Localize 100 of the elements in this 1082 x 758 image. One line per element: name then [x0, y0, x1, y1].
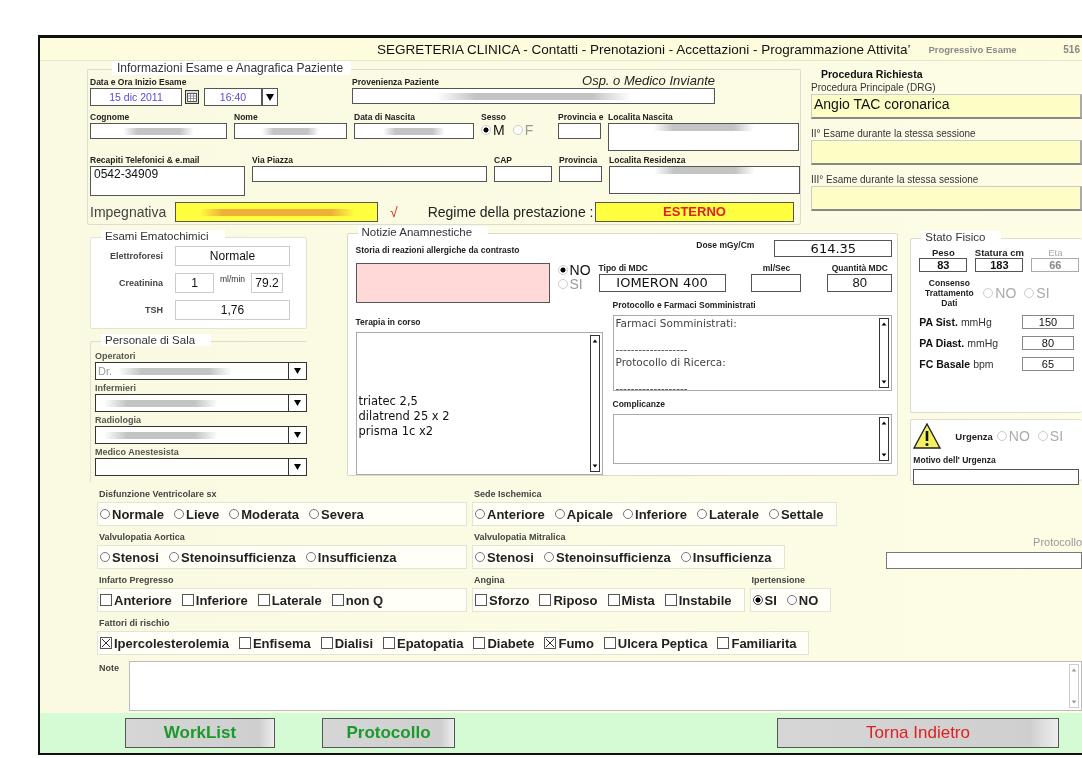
- text-field[interactable]: 150: [1022, 315, 1074, 329]
- radio-option[interactable]: Stenosi: [100, 549, 159, 565]
- checkbox-option[interactable]: Mista: [607, 592, 655, 608]
- radio-option[interactable]: Lieve: [174, 506, 220, 522]
- checkbox-option[interactable]: non Q: [331, 592, 384, 608]
- text-field[interactable]: 80: [827, 274, 893, 292]
- group-label: Infarto Pregresso: [99, 574, 175, 586]
- text-field[interactable]: 83: [919, 258, 968, 272]
- text-field[interactable]: Angio TAC coronarica: [811, 94, 1082, 119]
- text-field[interactable]: 1,76: [175, 300, 290, 320]
- radio-option[interactable]: NO: [557, 263, 591, 277]
- field-label: PA Sist.: [919, 316, 958, 328]
- field-label: Data di Nascita: [354, 112, 416, 123]
- section-title: Stato Fisico: [921, 231, 1002, 243]
- text-field[interactable]: [252, 166, 487, 182]
- dropdown[interactable]: [95, 426, 307, 444]
- radio-option[interactable]: Severa: [309, 506, 364, 522]
- section-title: Esami Ematochimici: [101, 230, 225, 242]
- field-label: Localita Residenza: [609, 155, 687, 166]
- radio-option[interactable]: Stenoinsufficienza: [543, 549, 671, 565]
- radio-option[interactable]: Anteriore: [475, 506, 545, 522]
- text-field[interactable]: [751, 274, 802, 292]
- dropdown-button[interactable]: [262, 88, 278, 106]
- text-field[interactable]: [608, 123, 799, 151]
- radio-option[interactable]: Laterale: [697, 506, 759, 522]
- checkbox-option[interactable]: Epatopatia: [383, 635, 464, 651]
- radio-option[interactable]: Insufficienza: [680, 549, 772, 565]
- checkbox-option[interactable]: Inferiore: [181, 592, 248, 608]
- field-label: Note: [99, 662, 120, 675]
- scroll-bar[interactable]: [589, 335, 600, 472]
- dropdown[interactable]: [95, 458, 307, 476]
- radio-option[interactable]: Moderata: [229, 506, 300, 522]
- text-field[interactable]: [494, 166, 552, 182]
- text-field[interactable]: [886, 552, 1082, 569]
- radio-option[interactable]: Insufficienza: [305, 549, 397, 565]
- section-title: Procedura Richiesta: [821, 68, 924, 81]
- text-field[interactable]: 65: [1022, 357, 1074, 371]
- checkbox-option[interactable]: Sforzo: [475, 592, 530, 608]
- field-label: Protocollo e Farmaci Somministrati: [612, 300, 757, 311]
- radio-option[interactable]: NO: [786, 592, 819, 608]
- field-label: CAP: [494, 155, 513, 166]
- checkbox-option[interactable]: Diabete: [473, 635, 535, 651]
- field-label: Cognome: [90, 112, 131, 123]
- checkbox-option[interactable]: Instabile: [664, 592, 732, 608]
- field-label: Localita Nascita: [608, 112, 674, 123]
- field-label: Consenso Trattamento Dati: [924, 278, 975, 308]
- checkbox-option[interactable]: Ulcera Peptica: [603, 635, 708, 651]
- text-field[interactable]: ESTERNO: [595, 202, 794, 222]
- checkbox-option[interactable]: Riposo: [539, 592, 598, 608]
- text-field[interactable]: Normale: [175, 246, 290, 266]
- text-field[interactable]: 1: [175, 273, 214, 293]
- warning-icon: [913, 423, 942, 449]
- text-field[interactable]: [558, 123, 601, 139]
- dropdown[interactable]: [95, 394, 307, 412]
- checkbox-option[interactable]: Familiarita: [717, 635, 797, 651]
- text-field[interactable]: [175, 202, 378, 222]
- radio-option[interactable]: M: [481, 123, 505, 137]
- text-field[interactable]: IOMERON 400: [598, 274, 726, 292]
- radio-option[interactable]: Normale: [100, 506, 165, 522]
- text-field[interactable]: [355, 263, 550, 303]
- text-field[interactable]: [913, 469, 1080, 485]
- caret-icon: [266, 93, 274, 101]
- text-field[interactable]: [352, 88, 715, 104]
- text-field[interactable]: [234, 123, 347, 139]
- text-area[interactable]: Farmaci Somministrati: ------------------- Protocollo di Ricerca: -------------------: [612, 315, 893, 391]
- text-field[interactable]: [354, 123, 474, 139]
- text-field[interactable]: [90, 123, 227, 139]
- text-field[interactable]: 183: [975, 258, 1024, 272]
- text-field[interactable]: 0542-34909: [90, 166, 245, 196]
- field-label: Provenienza Paziente: [352, 77, 439, 88]
- field-label: Eta: [1048, 247, 1063, 258]
- group-label: Disfunzione Ventricolare sx: [99, 488, 218, 500]
- field-label: Operatori: [95, 350, 137, 362]
- radio-option[interactable]: Inferiore: [623, 506, 688, 522]
- time-field[interactable]: 16:40: [204, 88, 262, 106]
- text-field[interactable]: 79.2: [251, 273, 284, 293]
- checkbox-option[interactable]: Ipercolesterolemia: [100, 635, 229, 651]
- text-field[interactable]: [559, 166, 602, 182]
- checkbox-option[interactable]: Dialisi: [320, 635, 373, 651]
- field-label: Creatinina: [118, 278, 163, 288]
- date-field[interactable]: 15 dic 2011: [90, 88, 182, 106]
- radio-option[interactable]: SI: [752, 592, 777, 608]
- scroll-bar[interactable]: [879, 318, 890, 388]
- radio-option[interactable]: Stenoinsufficienza: [168, 549, 296, 565]
- radio-option[interactable]: Apicale: [554, 506, 614, 522]
- calendar-icon[interactable]: [185, 90, 199, 104]
- text-field[interactable]: 80: [1022, 336, 1074, 350]
- unit-label: bpm: [973, 358, 994, 370]
- checkbox-option[interactable]: Enfisema: [238, 635, 311, 651]
- radio-option[interactable]: Stenosi: [475, 549, 534, 565]
- field-label: Protocollo: [1033, 536, 1082, 548]
- checkbox-option[interactable]: Anteriore: [100, 592, 172, 608]
- field-label: Statura cm: [974, 247, 1024, 258]
- checkbox-option[interactable]: Laterale: [257, 592, 322, 608]
- text-area[interactable]: triatec 2,5 dilatrend 25 x 2 prisma 1c x2: [355, 332, 603, 475]
- text-field[interactable]: [609, 166, 800, 194]
- radio-option[interactable]: Settale: [768, 506, 824, 522]
- scroll-bar[interactable]: [879, 417, 890, 461]
- checkbox-option[interactable]: Fumo: [544, 635, 594, 651]
- text-field[interactable]: 614.35: [774, 240, 893, 257]
